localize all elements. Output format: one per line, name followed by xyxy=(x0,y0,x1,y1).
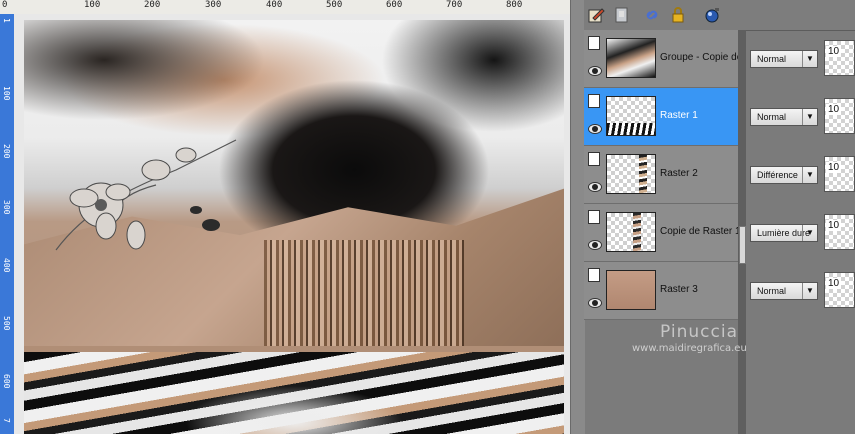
ruler-top-label: 800 xyxy=(506,0,523,10)
layer-name: Raster 3 xyxy=(660,284,698,295)
ruler-left-label: 100 xyxy=(2,86,11,101)
artwork-streaks xyxy=(264,240,464,356)
duplicate-layer-icon[interactable] xyxy=(612,5,632,25)
blend-mode-value: Normal xyxy=(757,286,787,296)
mask-icon[interactable] xyxy=(702,5,722,25)
ruler-top-label: 0 xyxy=(2,0,8,10)
blend-mode-cell: Lumière dure ▼ xyxy=(746,204,820,262)
blend-mode-value: Normal xyxy=(757,54,787,64)
ruler-left-label: 500 xyxy=(2,316,11,331)
palette-collapse-handle[interactable] xyxy=(739,226,746,264)
ruler-left-label: 7 xyxy=(2,418,11,423)
visibility-eye-icon[interactable] xyxy=(588,124,602,134)
blend-mode-select[interactable]: Normal ▼ xyxy=(750,108,818,126)
layer-thumbnail xyxy=(606,38,656,78)
layer-thumbnail xyxy=(606,154,656,194)
watermark-name: Pinuccia xyxy=(660,322,738,342)
visibility-eye-icon[interactable] xyxy=(588,298,602,308)
layer-props-icon[interactable] xyxy=(588,210,600,224)
layer-thumbnail xyxy=(606,212,656,252)
layer-props-icon[interactable] xyxy=(588,268,600,282)
blend-mode-cell: Normal ▼ xyxy=(746,262,820,320)
lock-icon[interactable] xyxy=(668,5,688,25)
blend-mode-select[interactable]: Normal ▼ xyxy=(750,282,818,300)
opacity-cell: 10 xyxy=(820,88,855,146)
artwork-flower-decoration xyxy=(55,139,237,251)
layer-props-icon[interactable] xyxy=(588,36,600,50)
opacity-value[interactable]: 10 xyxy=(826,278,842,289)
opacity-cell: 10 xyxy=(820,262,855,320)
ruler-left-label: 1 xyxy=(2,18,11,23)
edit-layer-icon[interactable] xyxy=(586,5,606,25)
layer-row-copie-raster-1[interactable]: Copie de Raster 1 xyxy=(584,204,741,262)
blend-mode-cell: Normal ▼ xyxy=(746,88,820,146)
blend-mode-cell: Normal ▼ xyxy=(746,30,820,88)
layer-thumbnail xyxy=(606,96,656,136)
ruler-top-label: 500 xyxy=(326,0,343,10)
ruler-top-label: 300 xyxy=(205,0,222,10)
ruler-left-label: 600 xyxy=(2,374,11,389)
ruler-top-label: 100 xyxy=(84,0,101,10)
vertical-ruler: 1 100 200 300 400 500 600 7 xyxy=(0,14,14,434)
chevron-down-icon: ▼ xyxy=(802,51,817,67)
chevron-down-icon: ▼ xyxy=(802,167,817,183)
visibility-eye-icon[interactable] xyxy=(588,240,602,250)
layer-thumbnail xyxy=(606,270,656,310)
opacity-cell: 10 xyxy=(820,204,855,262)
artwork-main xyxy=(24,20,564,356)
layer-row-raster-3[interactable]: Raster 3 xyxy=(584,262,738,320)
blend-mode-value: Différence xyxy=(757,170,798,180)
watermark-url: www.maidiregrafica.eu xyxy=(632,343,747,354)
visibility-eye-icon[interactable] xyxy=(588,66,602,76)
link-icon[interactable] xyxy=(642,5,662,25)
horizontal-ruler: 0 100 200 300 400 500 600 700 800 xyxy=(0,0,570,15)
layer-name: Raster 1 xyxy=(660,110,698,121)
ruler-top-label: 400 xyxy=(266,0,283,10)
layer-row-raster-1[interactable]: Raster 1 xyxy=(584,88,738,146)
chevron-down-icon: ▼ xyxy=(802,109,817,125)
opacity-cell: 10 xyxy=(820,30,855,88)
visibility-eye-icon[interactable] xyxy=(588,182,602,192)
opacity-cell: 10 xyxy=(820,146,855,204)
ruler-top-label: 200 xyxy=(144,0,161,10)
layer-name: Groupe - Copie de xyxy=(660,52,743,63)
ruler-left-label: 200 xyxy=(2,144,11,159)
chevron-down-icon: ▼ xyxy=(802,283,817,299)
opacity-value[interactable]: 10 xyxy=(826,104,842,115)
artwork-reflection xyxy=(24,352,564,434)
blend-mode-cell: Différence ▼ xyxy=(746,146,820,204)
layer-row-raster-2[interactable]: Raster 2 xyxy=(584,146,738,204)
opacity-value[interactable]: 10 xyxy=(826,46,842,57)
blend-mode-select[interactable]: Normal ▼ xyxy=(750,50,818,68)
layer-name: Copie de Raster 1 xyxy=(660,226,741,237)
ruler-left-label: 300 xyxy=(2,200,11,215)
blend-mode-value: Normal xyxy=(757,112,787,122)
ruler-left-label: 400 xyxy=(2,258,11,273)
image-canvas[interactable] xyxy=(14,14,570,434)
layer-props-icon[interactable] xyxy=(588,94,600,108)
layer-name: Raster 2 xyxy=(660,168,698,179)
blend-mode-select[interactable]: Différence ▼ xyxy=(750,166,818,184)
chevron-down-icon: ▼ xyxy=(802,225,817,241)
panel-splitter[interactable] xyxy=(570,0,585,434)
opacity-value[interactable]: 10 xyxy=(826,220,842,231)
layer-props-icon[interactable] xyxy=(588,152,600,166)
layers-toolbar xyxy=(584,0,855,31)
blend-mode-select[interactable]: Lumière dure ▼ xyxy=(750,224,818,242)
ruler-top-label: 600 xyxy=(386,0,403,10)
opacity-value[interactable]: 10 xyxy=(826,162,842,173)
ruler-top-label: 700 xyxy=(446,0,463,10)
layer-row-groupe-copie[interactable]: Groupe - Copie de xyxy=(584,30,742,88)
